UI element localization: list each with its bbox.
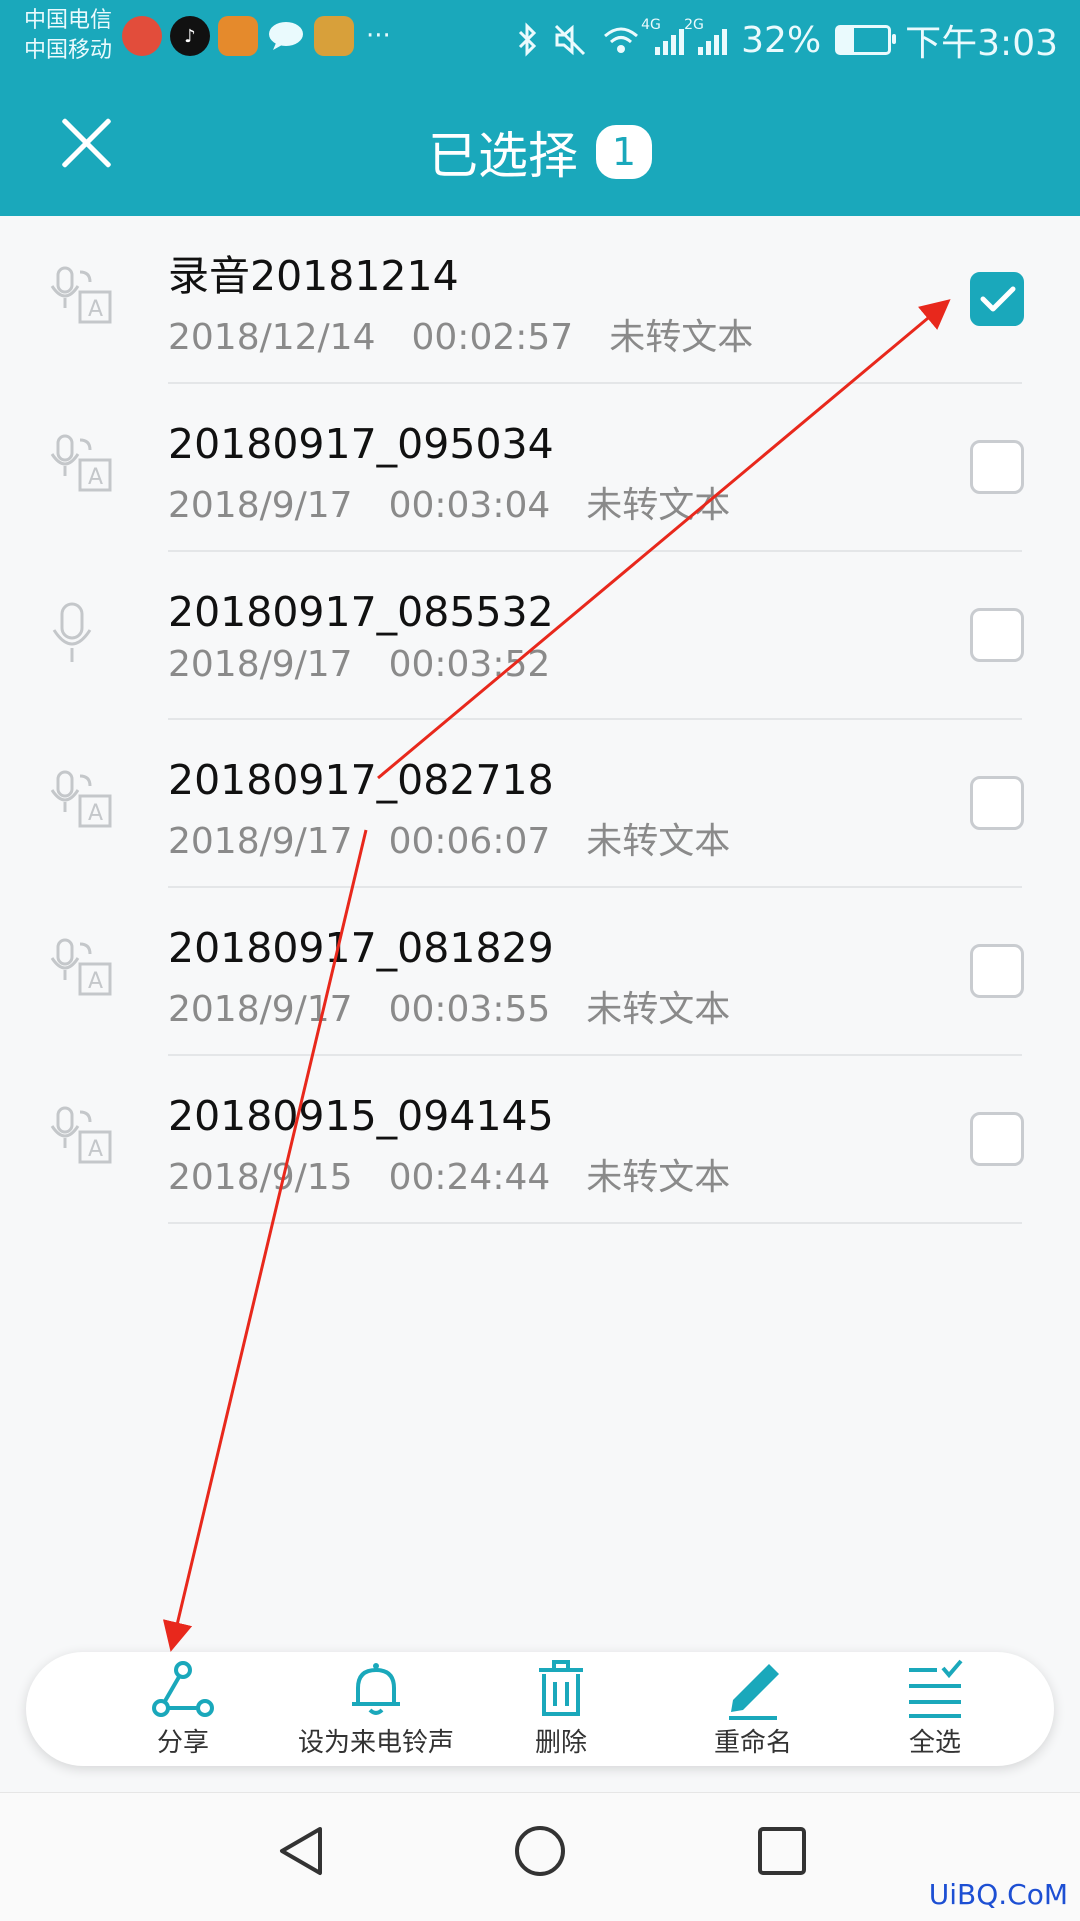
carrier-2: 中国移动 <box>24 38 113 63</box>
share-label: 分享 <box>156 1728 209 1758</box>
recording-row-6[interactable]: A 20180915_094145 2018/9/15 00:24:44 未转文本 <box>0 1056 1080 1224</box>
row-checkbox[interactable] <box>970 1112 1024 1166</box>
set-ringtone-label: 设为来电铃声 <box>297 1728 454 1758</box>
more-notifications: ··· <box>366 21 391 51</box>
recording-date: 2018/9/15 <box>168 1157 353 1198</box>
svg-text:A: A <box>88 297 103 322</box>
svg-text:A: A <box>88 465 103 490</box>
transcription-status: 未转文本 <box>586 989 731 1030</box>
recording-name: 录音20181214 <box>168 252 459 300</box>
battery-percent: 32% <box>741 19 822 61</box>
row-checkbox[interactable] <box>970 440 1024 494</box>
transcription-status: 未转文本 <box>586 821 731 862</box>
tiktok-icon: ♪ <box>170 16 210 56</box>
carrier-1: 中国电信 <box>24 8 113 33</box>
share-icon <box>152 1661 214 1717</box>
recording-row-1[interactable]: A 录音20181214 2018/12/14 00:02:57 未转文本 <box>0 216 1080 384</box>
recording-date: 2018/9/17 <box>168 644 353 685</box>
voice-to-text-icon: A <box>50 1104 120 1174</box>
recording-date: 2018/9/17 <box>168 485 353 526</box>
svg-text:A: A <box>88 1137 103 1162</box>
recording-name: 20180917_085532 <box>168 588 554 636</box>
rename-label: 重命名 <box>713 1728 792 1758</box>
recording-name: 20180917_095034 <box>168 420 554 468</box>
battery-icon <box>835 25 897 55</box>
share-button[interactable]: 分享 <box>88 1658 278 1759</box>
voice-to-text-icon: A <box>50 432 120 502</box>
recents-icon[interactable] <box>756 1823 808 1879</box>
mute-icon <box>555 24 586 56</box>
watermark: UiBQ.CoM <box>928 1878 1068 1911</box>
microphone-icon <box>50 600 120 670</box>
clock: 下午3:03 <box>905 23 1058 64</box>
svg-text:A: A <box>88 969 103 994</box>
recording-duration: 00:06:07 <box>388 821 551 862</box>
recording-row-4[interactable]: A 20180917_082718 2018/9/17 00:06:07 未转文本 <box>0 720 1080 888</box>
voice-to-text-icon: A <box>50 936 120 1006</box>
recording-date: 2018/9/17 <box>168 989 353 1030</box>
voice-to-text-icon: A <box>50 264 120 334</box>
wifi-icon <box>604 27 639 53</box>
recording-name: 20180915_094145 <box>168 1092 554 1140</box>
voice-to-text-icon: A <box>50 768 120 838</box>
selection-header: 已选择 1 <box>0 78 1080 216</box>
back-icon[interactable] <box>276 1823 326 1879</box>
bell-icon <box>352 1663 400 1715</box>
recording-duration: 00:03:04 <box>388 485 551 526</box>
game-app-icon <box>314 16 354 56</box>
transcription-status: 未转文本 <box>609 317 754 358</box>
selected-count-badge: 1 <box>596 125 652 179</box>
row-checkbox[interactable] <box>970 776 1024 830</box>
action-toolbar: 分享 设为来电铃声 删除 重命名 全选 <box>26 1652 1054 1766</box>
delete-label: 删除 <box>534 1728 587 1758</box>
recording-duration: 00:03:55 <box>388 989 551 1030</box>
rename-button[interactable]: 重命名 <box>658 1658 848 1759</box>
row-divider <box>168 1222 1022 1224</box>
bluetooth-icon <box>519 22 537 57</box>
recording-name: 20180917_081829 <box>168 924 554 972</box>
transcription-status: 未转文本 <box>586 1157 731 1198</box>
recording-duration: 00:24:44 <box>388 1157 551 1198</box>
home-icon[interactable] <box>512 1823 568 1879</box>
transcription-status: 未转文本 <box>586 485 731 526</box>
pencil-icon <box>729 1664 779 1720</box>
carrier-info: 中国电信 中国移动 <box>24 6 112 66</box>
recording-row-2[interactable]: A 20180917_095034 2018/9/17 00:03:04 未转文本 <box>0 384 1080 552</box>
recording-duration: 00:03:52 <box>388 644 551 685</box>
row-checkbox[interactable] <box>970 608 1024 662</box>
recording-duration: 00:02:57 <box>411 317 574 358</box>
qq-browser-icon <box>122 16 162 56</box>
select-all-icon <box>909 1659 963 1718</box>
svg-text:A: A <box>88 801 103 826</box>
row-checkbox[interactable] <box>970 944 1024 998</box>
system-nav-bar: UiBQ.CoM <box>0 1792 1080 1921</box>
recording-date: 2018/9/17 <box>168 821 353 862</box>
delete-button[interactable]: 删除 <box>466 1658 656 1759</box>
app-store-icon <box>218 16 258 56</box>
set-ringtone-button[interactable]: 设为来电铃声 <box>266 1658 486 1759</box>
signal-4g-icon: 4G <box>641 17 685 55</box>
trash-icon <box>539 1660 583 1716</box>
status-bar: 中国电信 中国移动 ♪ ··· 4G 2G 32% 下午3:03 <box>0 0 1080 78</box>
notification-icons: ♪ ··· <box>122 16 391 56</box>
recording-row-5[interactable]: A 20180917_081829 2018/9/17 00:03:55 未转文本 <box>0 888 1080 1056</box>
recording-list: A 录音20181214 2018/12/14 00:02:57 未转文本 A 20… <box>0 216 1080 1224</box>
message-icon <box>266 16 306 56</box>
recording-name: 20180917_082718 <box>168 756 554 804</box>
signal-2g-icon: 2G <box>684 17 728 55</box>
row-checkbox-checked[interactable] <box>970 272 1024 326</box>
status-right: 4G 2G 32% 下午3:03 <box>517 14 1058 66</box>
recording-date: 2018/12/14 <box>168 317 376 358</box>
recording-row-3[interactable]: 20180917_085532 2018/9/17 00:03:52 <box>0 552 1080 720</box>
page-title: 已选择 <box>428 127 578 185</box>
select-all-label: 全选 <box>908 1728 961 1758</box>
select-all-button[interactable]: 全选 <box>840 1658 1030 1759</box>
